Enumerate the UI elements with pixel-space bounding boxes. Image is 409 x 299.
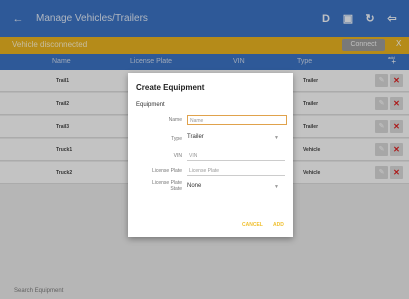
chevron-down-icon: ▼: [274, 135, 279, 141]
add-button[interactable]: ADD: [273, 222, 284, 228]
section-label: Equipment: [136, 102, 165, 108]
name-field[interactable]: Name: [187, 115, 287, 125]
vin-label: VIN: [173, 153, 182, 159]
type-value: Trailer: [187, 134, 204, 140]
license-plate-label: License Plate: [151, 168, 182, 174]
state-value: None: [187, 183, 202, 189]
dialog-title: Create Equipment: [136, 83, 205, 92]
license-plate-state-label: License Plate State: [132, 180, 182, 192]
type-label: Type: [171, 136, 182, 142]
license-plate-field[interactable]: License Plate: [187, 166, 285, 176]
cancel-button[interactable]: CANCEL: [242, 222, 263, 228]
type-select[interactable]: Trailer ▼: [187, 134, 285, 144]
name-label: Name: [168, 117, 182, 123]
chevron-down-icon: ▼: [274, 184, 279, 190]
state-label-line-2: State: [170, 186, 182, 192]
create-equipment-dialog: Create Equipment Equipment Name Name Typ…: [128, 73, 293, 237]
vin-field[interactable]: VIN: [187, 151, 285, 161]
license-plate-state-select[interactable]: None ▼: [187, 183, 285, 193]
